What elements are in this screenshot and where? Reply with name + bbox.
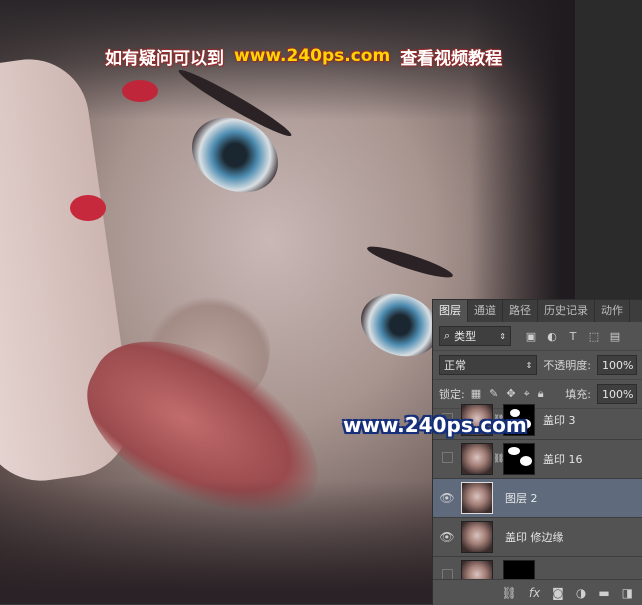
type-T-icon[interactable]: T: [567, 330, 579, 343]
layers-panel: 图层 通道 路径 历史记录 动作 ⌕ 类型 ⇕ ▣ ◐ T ⬚ ▤ 正常 ⇕ 不…: [432, 299, 642, 605]
tab-channels[interactable]: 通道: [468, 300, 503, 322]
visibility-toggle[interactable]: [433, 452, 461, 466]
layer-name: 盖印 3: [543, 414, 576, 427]
layer-thumbnail: [461, 482, 493, 514]
watermark-url: www.240ps.com: [234, 46, 391, 66]
lock-icons: ▦ ✎ ✥ ⌖ 🔒︎: [471, 387, 544, 401]
chevron-updown-icon: ⇕: [525, 360, 533, 370]
opacity-label: 不透明度:: [543, 359, 591, 372]
smart-object-icon[interactable]: ▤: [609, 330, 621, 343]
image-icon[interactable]: ▣: [525, 330, 537, 343]
shape-icon[interactable]: ⬚: [588, 330, 600, 343]
layer-row-selected[interactable]: 👁︎ 图层 2: [433, 479, 642, 518]
watermark-banner: 如有疑问可以到 www.240ps.com 查看视频教程: [105, 41, 502, 71]
lock-transparent-icon[interactable]: ▦: [471, 387, 481, 401]
panel-tabs: 图层 通道 路径 历史记录 动作: [433, 300, 642, 322]
layer-row[interactable]: ⛓ 盖印 16: [433, 440, 642, 479]
layer-name: 图层 2: [505, 492, 538, 505]
filter-icons: ▣ ◐ T ⬚ ▤: [525, 330, 621, 343]
watermark-url-center: www.240ps.com: [343, 413, 527, 437]
link-icon[interactable]: ⛓: [502, 586, 517, 600]
new-layer-icon[interactable]: ◨: [622, 586, 633, 600]
tab-paths[interactable]: 路径: [503, 300, 538, 322]
tab-actions[interactable]: 动作: [595, 300, 630, 322]
panel-bottom-toolbar: ⛓ fx ◙ ◑ ▬ ◨: [433, 579, 642, 605]
lock-all-icon[interactable]: 🔒︎: [538, 387, 544, 401]
folder-icon[interactable]: ▬: [598, 586, 609, 600]
layer-row[interactable]: 👁︎ 盖印 修边缘: [433, 518, 642, 557]
adjustment-circle-icon[interactable]: ◐: [546, 330, 558, 343]
layer-name: 盖印 16: [543, 453, 583, 466]
eyebrow: [365, 241, 455, 283]
layer-filter-select[interactable]: ⌕ 类型 ⇕: [439, 326, 511, 346]
opacity-input[interactable]: 100%: [597, 355, 637, 375]
lock-move-icon[interactable]: ✥: [506, 387, 515, 401]
search-icon: ⌕: [444, 329, 451, 342]
watermark-text-left: 如有疑问可以到: [105, 48, 224, 69]
layer-mask-thumbnail: [503, 443, 535, 475]
layer-name: 盖印 修边缘: [505, 531, 564, 544]
lock-label: 锁定:: [439, 388, 465, 401]
watermark-text-right: 查看视频教程: [400, 48, 503, 69]
fill-label: 填充:: [565, 388, 591, 401]
filter-kind-label: 类型: [454, 330, 477, 343]
blend-mode-select[interactable]: 正常 ⇕: [439, 355, 538, 375]
lock-artboard-icon[interactable]: ⌖: [524, 387, 530, 401]
add-mask-icon[interactable]: ◙: [552, 586, 564, 600]
eye-icon[interactable]: 👁︎: [433, 491, 461, 505]
adjustment-icon[interactable]: ◑: [576, 586, 586, 600]
fingernail: [70, 195, 106, 221]
lock-brush-icon[interactable]: ✎: [489, 387, 498, 401]
eye-icon[interactable]: 👁︎: [433, 530, 461, 544]
link-icon: ⛓: [493, 454, 505, 464]
fx-icon[interactable]: fx: [529, 586, 540, 600]
fingernail: [122, 80, 158, 102]
filter-row: ⌕ 类型 ⇕ ▣ ◐ T ⬚ ▤: [433, 322, 642, 351]
layer-thumbnail: [461, 521, 493, 553]
tab-history[interactable]: 历史记录: [538, 300, 595, 322]
layer-thumbnail: [461, 443, 493, 475]
chevron-updown-icon: ⇕: [499, 331, 506, 341]
tab-layers[interactable]: 图层: [433, 300, 468, 322]
blend-mode-value: 正常: [444, 359, 466, 372]
blend-row: 正常 ⇕ 不透明度: 100%: [433, 351, 642, 380]
